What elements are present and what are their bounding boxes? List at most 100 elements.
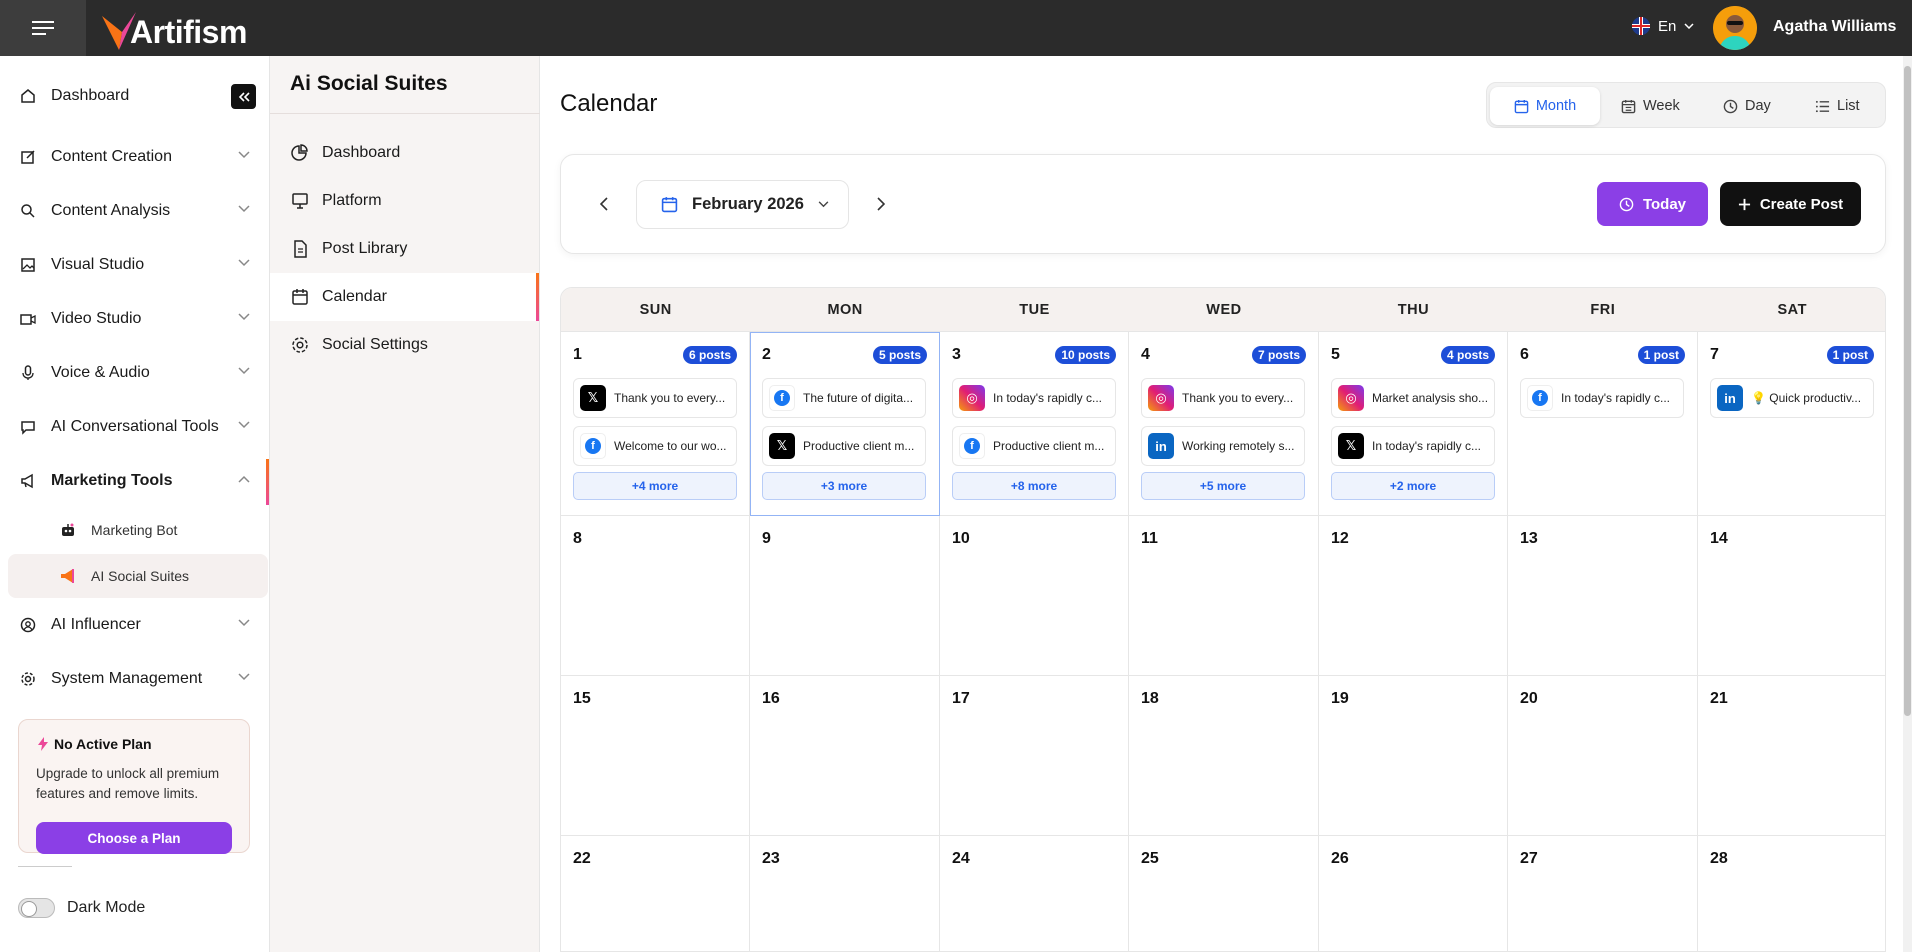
calendar-day-cell[interactable]: 10 [940, 516, 1129, 676]
calendar-day-cell[interactable]: 2 5 posts f The future of digita... 𝕏 Product… [750, 332, 940, 516]
calendar-day-cell[interactable]: 23 [750, 836, 940, 951]
user-avatar[interactable] [1713, 6, 1757, 50]
sidebar-item-video-studio[interactable]: Video Studio [0, 297, 270, 341]
sidebar-item-marketing-tools[interactable]: Marketing Tools [0, 459, 270, 503]
sidebar-item-visual-studio[interactable]: Visual Studio [0, 243, 270, 287]
sidebar-item-content-analysis[interactable]: Content Analysis [0, 189, 270, 233]
calendar-day-cell[interactable]: 15 [561, 676, 750, 836]
sidebar-item-ai-influencer[interactable]: AI Influencer [0, 603, 270, 647]
post-chip[interactable]: ◎ In today's rapidly c... [952, 378, 1116, 418]
view-list-button[interactable]: List [1815, 87, 1860, 125]
calendar-day-cell[interactable]: 14 [1698, 516, 1885, 676]
day-number: 16 [762, 690, 780, 707]
day-number: 1 [573, 346, 582, 363]
calendar-day-cell[interactable]: 28 [1698, 836, 1885, 951]
chevron-down-icon [238, 313, 250, 321]
day-number: 26 [1331, 850, 1349, 867]
calendar-day-cell[interactable]: 13 [1508, 516, 1698, 676]
calendar-day-cell[interactable]: 3 10 posts ◎ In today's rapidly c... f Produc… [940, 332, 1129, 516]
post-title: In today's rapidly c... [1561, 391, 1671, 405]
more-posts-button[interactable]: +2 more [1331, 472, 1495, 500]
calendar-day-cell[interactable]: 19 [1319, 676, 1508, 836]
sidebar-item-voice-audio[interactable]: Voice & Audio [0, 351, 270, 395]
submenu-item-dashboard[interactable]: Dashboard [270, 129, 538, 177]
calendar-day-cell[interactable]: 20 [1508, 676, 1698, 836]
calendar-day-cell[interactable]: 22 [561, 836, 750, 951]
more-posts-button[interactable]: +8 more [952, 472, 1116, 500]
sidebar-item-system-management[interactable]: System Management [0, 657, 270, 701]
next-month-button[interactable] [869, 192, 893, 216]
language-label: En [1658, 17, 1677, 35]
calendar-day-cell[interactable]: 21 [1698, 676, 1885, 836]
x-icon: 𝕏 [1338, 433, 1364, 459]
create-post-button[interactable]: Create Post [1720, 182, 1861, 226]
calendar-day-cell[interactable]: 6 1 post f In today's rapidly c... [1508, 332, 1698, 516]
calendar-day-cell[interactable]: 1 6 posts 𝕏 Thank you to every... f Welcome t… [561, 332, 750, 516]
more-posts-button[interactable]: +3 more [762, 472, 926, 500]
calendar-day-cell[interactable]: 26 [1319, 836, 1508, 951]
clock-icon [1619, 197, 1634, 211]
post-chip[interactable]: 𝕏 Productive client m... [762, 426, 926, 466]
post-chip[interactable]: ◎ Market analysis sho... [1331, 378, 1495, 418]
submenu-item-platform[interactable]: Platform [270, 177, 538, 225]
previous-month-button[interactable] [592, 192, 616, 216]
post-chip[interactable]: f Welcome to our wo... [573, 426, 737, 466]
post-chip[interactable]: 𝕏 Thank you to every... [573, 378, 737, 418]
calendar-day-cell[interactable]: 17 [940, 676, 1129, 836]
more-posts-button[interactable]: +4 more [573, 472, 737, 500]
calendar-day-cell[interactable]: 5 4 posts ◎ Market analysis sho... 𝕏 In today… [1319, 332, 1508, 516]
dark-mode-toggle[interactable] [18, 898, 55, 918]
calendar-day-cell[interactable]: 27 [1508, 836, 1698, 951]
month-picker[interactable]: February 2026 [636, 180, 849, 229]
sidebar-item-dashboard[interactable]: Dashboard [0, 74, 270, 118]
calendar-day-cell[interactable]: 11 [1129, 516, 1319, 676]
more-posts-button[interactable]: +5 more [1141, 472, 1305, 500]
calendar-grid: SUN MON TUE WED THU FRI SAT 1 6 posts 𝕏 Tha… [560, 287, 1886, 952]
sidebar-item-label: Video Studio [51, 310, 142, 327]
sidebar-item-ai-conversational-tools[interactable]: AI Conversational Tools [0, 405, 270, 449]
day-number: 20 [1520, 690, 1538, 707]
choose-plan-button[interactable]: Choose a Plan [36, 822, 232, 854]
sidebar-item-content-creation[interactable]: Content Creation [0, 135, 270, 179]
post-chip[interactable]: in 💡 Quick productiv... [1710, 378, 1874, 418]
chevron-down-icon [238, 367, 250, 375]
megaphone-icon [20, 473, 36, 489]
view-month-button[interactable]: Month [1490, 87, 1600, 125]
calendar-day-cell[interactable]: 7 1 post in 💡 Quick productiv... [1698, 332, 1885, 516]
post-chip[interactable]: 𝕏 In today's rapidly c... [1331, 426, 1495, 466]
post-chip[interactable]: f Productive client m... [952, 426, 1116, 466]
day-number: 28 [1710, 850, 1728, 867]
calendar-day-cell[interactable]: 9 [750, 516, 940, 676]
calendar-day-cell[interactable]: 4 7 posts ◎ Thank you to every... in Working … [1129, 332, 1319, 516]
gear-icon [290, 335, 310, 355]
post-chip[interactable]: f The future of digita... [762, 378, 926, 418]
day-number: 23 [762, 850, 780, 867]
view-day-button[interactable]: Day [1723, 87, 1771, 125]
calendar-day-cell[interactable]: 18 [1129, 676, 1319, 836]
post-chip[interactable]: ◎ Thank you to every... [1141, 378, 1305, 418]
submenu-item-social-settings[interactable]: Social Settings [270, 321, 538, 369]
menu-toggle-button[interactable] [0, 0, 86, 56]
submenu-item-calendar[interactable]: Calendar [270, 273, 538, 321]
chevron-right-icon [877, 197, 885, 211]
user-name[interactable]: Agatha Williams [1773, 18, 1896, 36]
submenu-item-post-library[interactable]: Post Library [270, 225, 538, 273]
brand-logo[interactable]: Artifism [102, 6, 247, 52]
post-chip[interactable]: f In today's rapidly c... [1520, 378, 1684, 418]
page-scrollbar[interactable] [1903, 56, 1912, 952]
sidebar-item-label: Content Analysis [51, 202, 171, 219]
today-button[interactable]: Today [1597, 182, 1708, 226]
calendar-day-cell[interactable]: 16 [750, 676, 940, 836]
calendar-day-cell[interactable]: 8 [561, 516, 750, 676]
sidebar-subitem-ai-social-suites[interactable]: AI Social Suites [8, 554, 268, 598]
linkedin-icon: in [1148, 433, 1174, 459]
day-number: 27 [1520, 850, 1538, 867]
sidebar-item-label: Dashboard [51, 87, 130, 104]
language-selector[interactable]: En [1632, 17, 1694, 35]
post-chip[interactable]: in Working remotely s... [1141, 426, 1305, 466]
sidebar-subitem-marketing-bot[interactable]: Marketing Bot [8, 508, 268, 552]
calendar-day-cell[interactable]: 12 [1319, 516, 1508, 676]
calendar-day-cell[interactable]: 24 [940, 836, 1129, 951]
view-week-button[interactable]: Week [1621, 87, 1680, 125]
calendar-day-cell[interactable]: 25 [1129, 836, 1319, 951]
